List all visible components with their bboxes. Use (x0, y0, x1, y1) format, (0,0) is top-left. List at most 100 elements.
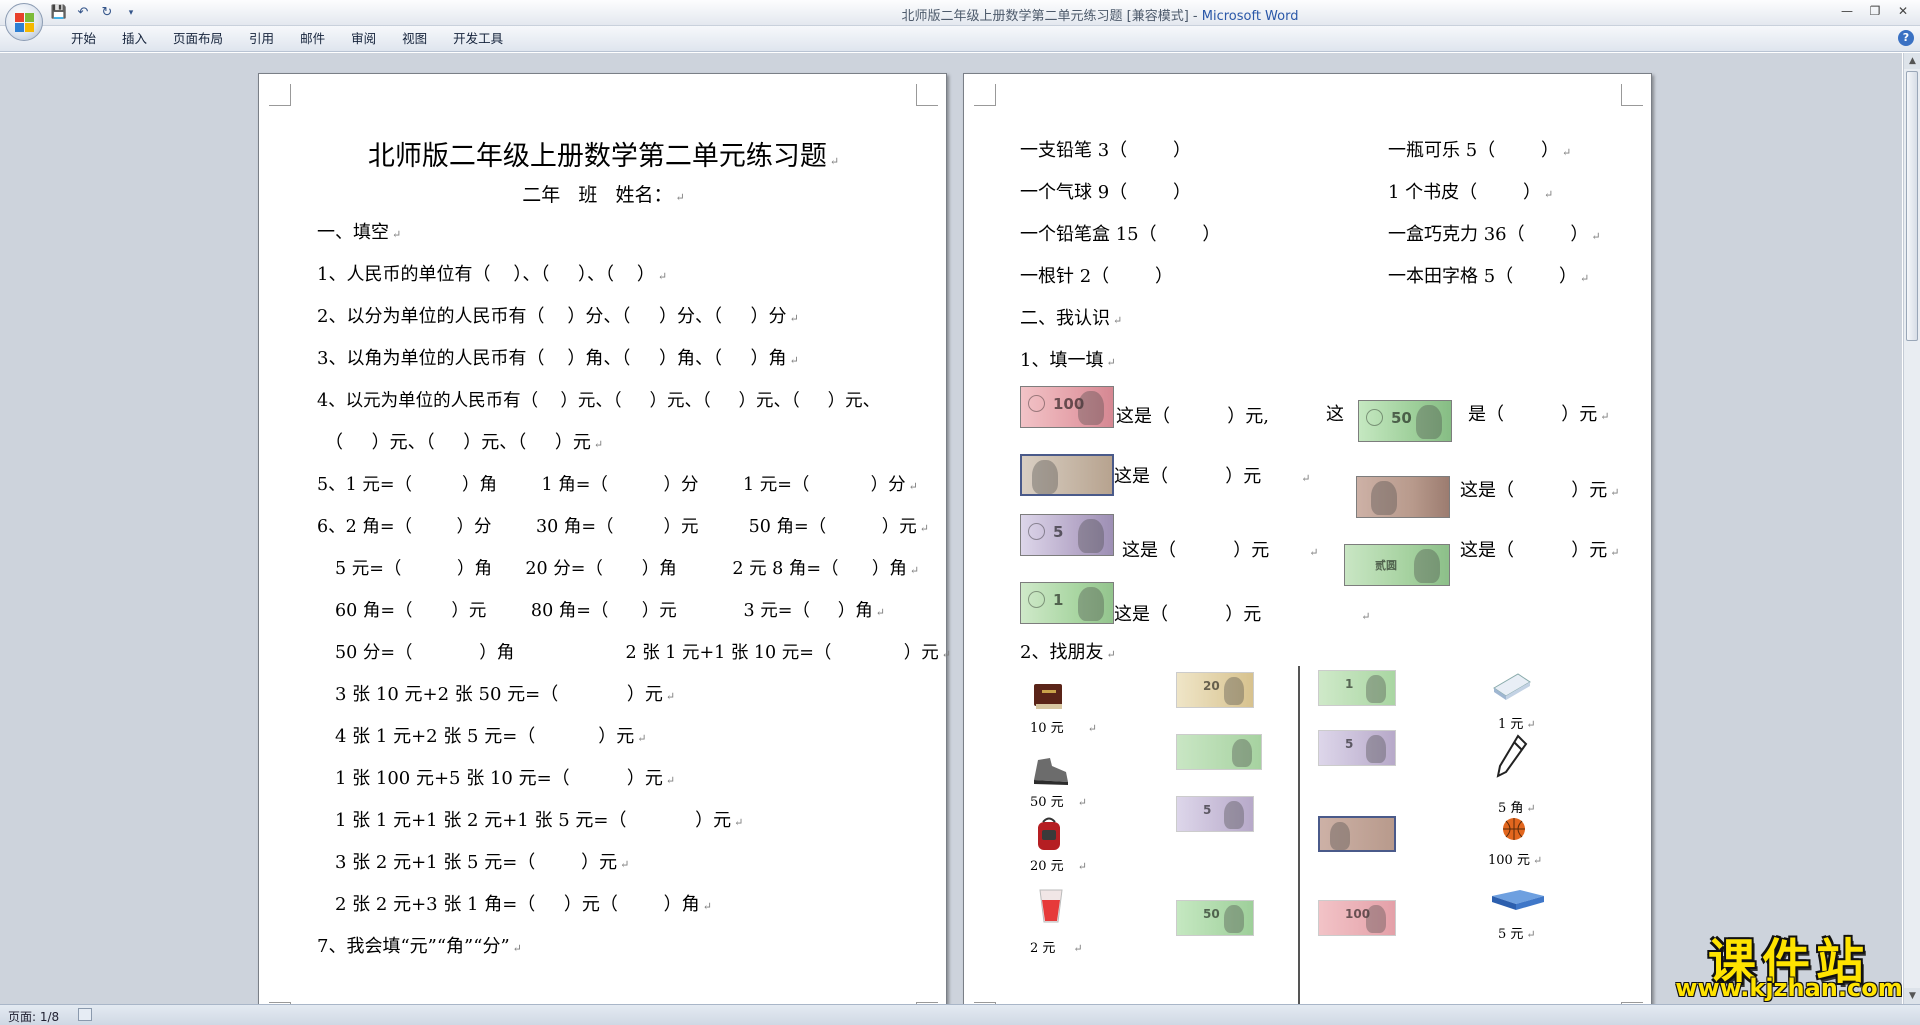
document-title: 北师版二年级上册数学第二单元练习题 ↵ (367, 141, 840, 172)
section-heading-text: 二、我认识 (1020, 308, 1110, 329)
banknote-value: 50 (1203, 907, 1220, 921)
price-10-yuan: 10 元 ↵ (1030, 721, 1097, 736)
eraser-icon (1493, 673, 1531, 700)
banknote-100-yuan-image: 100 (1020, 386, 1114, 428)
page-counter[interactable]: 页面: 1/8 (8, 1008, 59, 1025)
tab-references[interactable]: 引用 (236, 30, 287, 48)
item-text: 1 个书皮（ ） (1388, 182, 1541, 203)
portrait-image (1078, 587, 1104, 621)
close-icon[interactable]: ✕ (1890, 2, 1916, 20)
question-6-line-7: 1 张 100 元+5 张 10 元=（ ）元 ↵ (335, 768, 676, 789)
banknote-seal (1028, 523, 1045, 540)
question-text: （ ）元、（ ）元、（ ）元 (325, 432, 591, 453)
item-text: 一支铅笔 3（ ） (1020, 140, 1191, 161)
fill-text: 是（ ）元 (1468, 404, 1598, 425)
scroll-thumb[interactable] (1906, 71, 1918, 341)
banknote-50-yuan-image: 50 (1358, 400, 1452, 442)
item-balloon: 一个气球 9（ ） (1020, 182, 1191, 204)
document-workspace: 北师版二年级上册数学第二单元练习题 ↵ 二年 班 姓名： ↵ 一、填空 ↵ 1、人民币… (0, 53, 1902, 1004)
question-text: 3 张 10 元+2 张 50 元=（ ）元 (335, 684, 663, 705)
item-cola: 一瓶可乐 5（ ） ↵ (1388, 140, 1572, 161)
scroll-up-icon[interactable]: ▲ (1904, 53, 1920, 69)
restore-icon[interactable]: ❐ (1862, 2, 1888, 20)
price-text: 1 元 (1498, 717, 1524, 732)
question-6-line-3: 60 角=（ ）元 80 角=（ ）元 3 元=（ ）角 ↵ (335, 601, 885, 621)
question-6-line-4: 50 分=（ ）角 2 张 1 元+1 张 10 元=（ ）元 ↵ (335, 643, 951, 663)
fill-answer-3: 这是（ ）元 ↵ (1114, 466, 1311, 487)
portrait-image (1078, 519, 1104, 553)
question-text: 1 张 1 元+1 张 2 元+1 张 5 元=（ ）元 (335, 810, 732, 831)
tab-review[interactable]: 审阅 (338, 30, 389, 48)
crop-mark (916, 84, 938, 106)
subheading-text: 2、找朋友 (1020, 642, 1104, 663)
portrait-image (1224, 905, 1244, 933)
banknote-value: 贰圆 (1375, 559, 1397, 572)
title-bar: 💾 ↶ ↻ ▾ 北师版二年级上册数学第二单元练习题 [兼容模式] - Micro… (0, 0, 1920, 26)
fill-answer-1: 这是（ ）元, (1116, 406, 1269, 428)
price-text: 50 元 (1030, 795, 1064, 810)
tab-insert[interactable]: 插入 (109, 30, 160, 48)
price-text: 10 元 (1030, 721, 1064, 736)
portrait-image (1232, 739, 1252, 767)
portrait-image (1224, 677, 1244, 705)
question-text: 1 张 100 元+5 张 10 元=（ ）元 (335, 768, 663, 789)
item-text: 一根针 2（ ） (1020, 266, 1173, 287)
status-bar: 页面: 1/8 (0, 1004, 1920, 1025)
column-divider (1298, 666, 1300, 1004)
tab-page-layout[interactable]: 页面布局 (160, 30, 236, 48)
ribbon: 开始 插入 页面布局 引用 邮件 审阅 视图 开发工具 ? (0, 26, 1920, 52)
price-text: 2 元 (1030, 941, 1056, 956)
item-text: 一个气球 9（ ） (1020, 182, 1191, 203)
question-text: 2 张 2 元+3 张 1 角=（ ）元（ ）角 (335, 894, 700, 915)
crop-mark (974, 84, 996, 106)
page-1: 北师版二年级上册数学第二单元练习题 ↵ 二年 班 姓名： ↵ 一、填空 ↵ 1、人民币… (258, 73, 951, 1004)
document-subtitle-text: 二年 班 姓名： (522, 184, 673, 206)
fill-text: 这是（ ）元 (1122, 540, 1270, 561)
question-4: 4、以元为单位的人民币有（ ）元、（ ）元、（ ）元、（ ）元、 (317, 390, 880, 412)
question-text: 60 角=（ ）元 80 角=（ ）元 3 元=（ ）角 (335, 601, 873, 621)
fill-answer-5: 这是（ ）元 ↵ (1122, 540, 1319, 561)
question-text: 3 张 2 元+1 张 5 元=（ ）元 (335, 852, 618, 873)
tab-view[interactable]: 视图 (389, 30, 440, 48)
tab-home[interactable]: 开始 (58, 30, 109, 48)
crop-mark (269, 84, 291, 106)
question-text: 4 张 1 元+2 张 5 元=（ ）元 (335, 726, 635, 747)
subheading-fill: 1、填一填 ↵ (1020, 350, 1116, 371)
question-6-line-6: 4 张 1 元+2 张 5 元=（ ）元 ↵ (335, 726, 647, 747)
banknote-2-yuan-image (1176, 734, 1262, 770)
banknote-1-yuan-image: 1 (1020, 582, 1114, 624)
banknote-seal (1028, 395, 1045, 412)
question-text: 5、1 元=（ ）角 1 角=（ ）分 1 元=（ ）分 (317, 475, 906, 495)
pencil-box-icon (1492, 890, 1544, 910)
fill-text: 这是（ ）元, (1116, 406, 1269, 427)
question-3: 3、以角为单位的人民币有（ ）角、（ ）角、（ ）角 ↵ (317, 348, 799, 369)
question-text: 2、以分为单位的人民币有（ ）分、（ ）分、（ ）分 (317, 306, 787, 327)
ribbon-tabs: 开始 插入 页面布局 引用 邮件 审阅 视图 开发工具 (58, 30, 516, 48)
banknote-20-yuan-image: 20 (1176, 672, 1254, 708)
question-6-line-2: 5 元=（ ）角 20 分=（ ）角 2 元 8 角=（ ）角 ↵ (335, 559, 920, 579)
section-heading-fill-blank: 一、填空 ↵ (317, 222, 402, 243)
question-7: 7、我会填“元”“角”“分” ↵ (317, 936, 522, 957)
minimize-icon[interactable]: — (1834, 2, 1860, 20)
price-5-yuan: 5 元 ↵ (1498, 927, 1536, 942)
price-20-yuan: 20 元 ↵ (1030, 859, 1087, 874)
item-pencil: 一支铅笔 3（ ） (1020, 140, 1191, 162)
vertical-scrollbar[interactable]: ▲ ▼ (1903, 53, 1920, 1004)
tab-mailings[interactable]: 邮件 (287, 30, 338, 48)
question-text: 4、以元为单位的人民币有（ ）元、（ ）元、（ ）元、（ ）元、 (317, 391, 881, 411)
section-heading-text: 一、填空 (317, 222, 389, 243)
app-name: Microsoft Word (1201, 9, 1299, 24)
banknote-1-yuan-image: 1 (1318, 670, 1396, 706)
tab-developer[interactable]: 开发工具 (440, 30, 516, 48)
banknote-value: 50 (1391, 409, 1412, 427)
question-text: 7、我会填“元”“角”“分” (317, 936, 510, 957)
office-button[interactable] (5, 3, 43, 41)
banknote-value: 5 (1203, 803, 1212, 817)
question-1: 1、人民币的单位有（ ）、（ ）、（ ） ↵ (317, 264, 668, 285)
help-icon[interactable]: ? (1898, 30, 1914, 46)
window-title: 北师版二年级上册数学第二单元练习题 [兼容模式] - Microsoft Wor… (0, 5, 1920, 24)
banknote-value: 1 (1345, 677, 1354, 691)
document-title-text: 北师版二年级上册数学第二单元练习题 (367, 141, 827, 172)
pencil-icon (1496, 734, 1528, 778)
proofing-icon[interactable] (78, 1008, 92, 1021)
